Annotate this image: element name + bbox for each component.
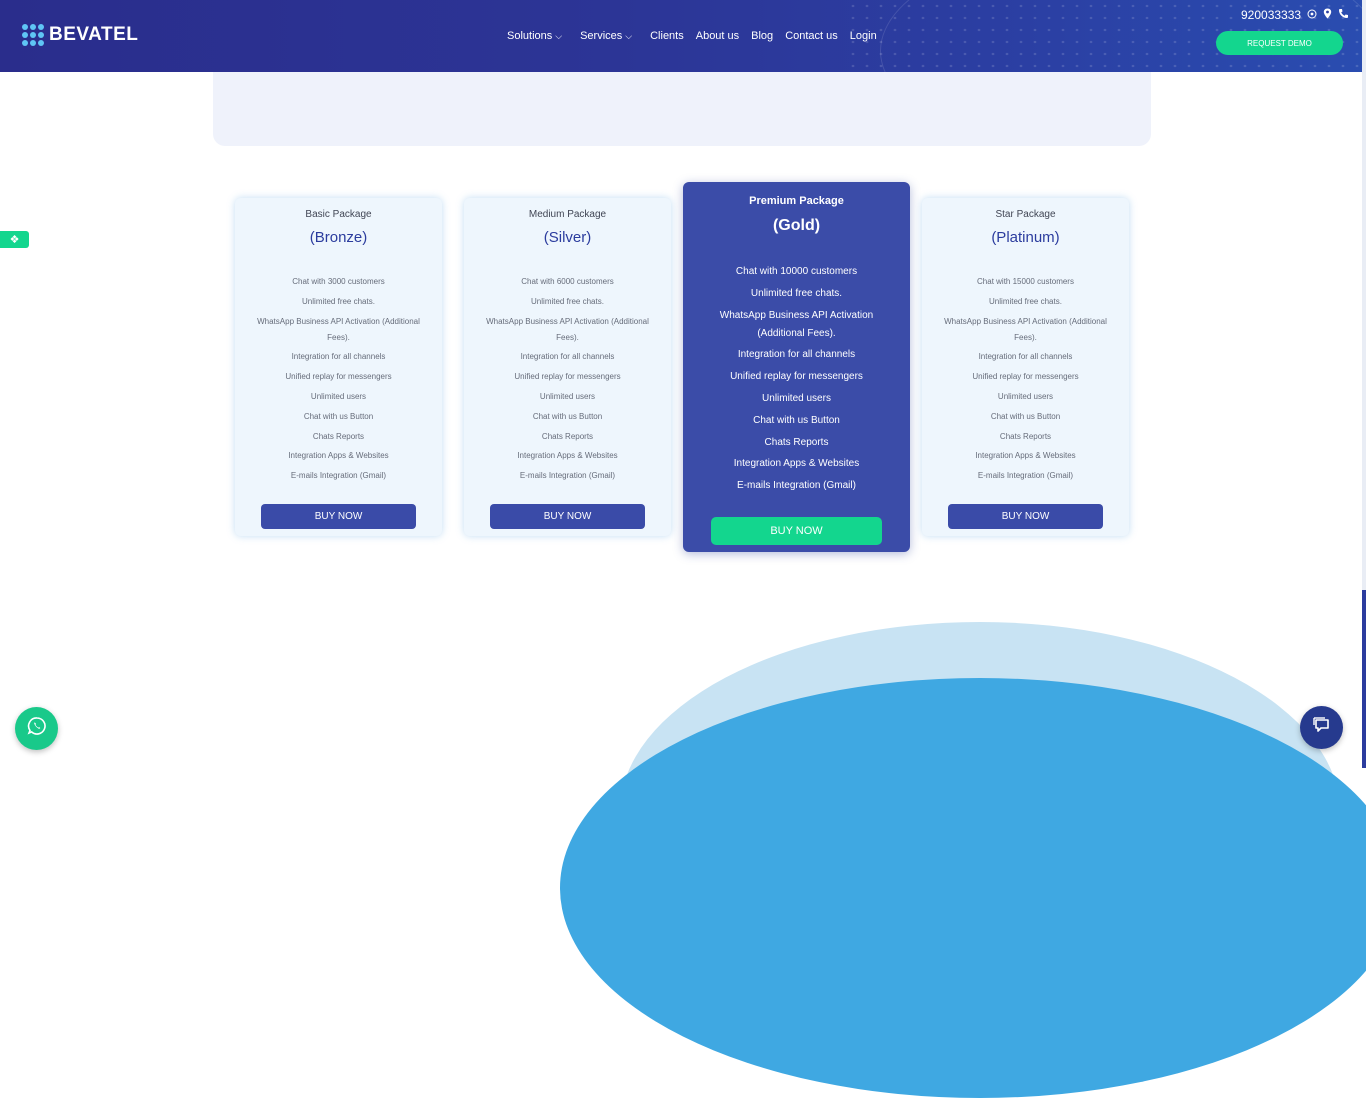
feature-list: Chat with 15000 customers Unlimited free…	[922, 274, 1129, 488]
feature-item: Integration Apps & Websites	[975, 451, 1076, 461]
nav-about-us[interactable]: About us	[696, 30, 739, 42]
buy-now-button[interactable]: BUY NOW	[490, 504, 645, 529]
phone-number[interactable]: 920033333	[1241, 8, 1301, 22]
feature-item: Integration for all channels	[520, 352, 615, 362]
package-name: Premium Package	[749, 195, 844, 207]
feature-item: Integration Apps & Websites	[517, 451, 618, 461]
feature-item: Unified replay for messengers	[285, 372, 392, 382]
feature-item: Chat with us Button	[990, 411, 1061, 421]
feature-item: E-mails Integration (Gmail)	[737, 480, 856, 492]
accessibility-tab[interactable]: ❖	[0, 231, 29, 248]
nav-label: Services	[580, 30, 623, 42]
buy-now-button[interactable]: BUY NOW	[711, 517, 882, 545]
whatsapp-icon	[27, 716, 47, 741]
feature-list: Chat with 3000 customers Unlimited free …	[235, 274, 442, 488]
feature-item: Unified replay for messengers	[730, 371, 863, 383]
package-tier: (Silver)	[543, 229, 592, 246]
feature-item: Unified replay for messengers	[972, 372, 1079, 382]
live-chat-button[interactable]	[1300, 706, 1343, 749]
site-header: BEVATEL Solutions ⌵ Services ⌵ Clients A…	[0, 0, 1366, 72]
package-tier: (Bronze)	[309, 229, 368, 246]
nav-solutions[interactable]: Solutions ⌵	[507, 30, 562, 42]
feature-item: WhatsApp Business API Activation (Additi…	[257, 316, 420, 342]
plan-card-basic: Basic Package (Bronze) Chat with 3000 cu…	[235, 198, 442, 536]
chevron-down-icon: ⌵	[625, 30, 633, 41]
buy-now-button[interactable]: BUY NOW	[261, 504, 416, 529]
feature-item: Integration for all channels	[291, 352, 386, 362]
feature-item: Integration Apps & Websites	[288, 451, 389, 461]
feature-item: Unified replay for messengers	[514, 372, 621, 382]
feature-item: E-mails Integration (Gmail)	[290, 471, 387, 481]
plan-card-premium: Premium Package (Gold) Chat with 10000 c…	[683, 182, 910, 552]
chat-bubble-icon	[1312, 715, 1332, 740]
feature-item: Unlimited users	[310, 391, 367, 401]
scrollbar-thumb[interactable]	[1362, 590, 1366, 768]
content-panel	[213, 72, 1151, 146]
nav-login[interactable]: Login	[850, 30, 877, 42]
feature-item: Chats Reports	[764, 436, 829, 448]
plan-card-medium: Medium Package (Silver) Chat with 6000 c…	[464, 198, 671, 536]
feature-list: Chat with 10000 customers Unlimited free…	[683, 263, 910, 499]
feature-item: WhatsApp Business API Activation (Additi…	[944, 316, 1107, 342]
feature-item: Chats Reports	[999, 431, 1052, 441]
nav-blog[interactable]: Blog	[751, 30, 773, 42]
feature-item: Integration Apps & Websites	[733, 458, 860, 470]
feature-item: Unlimited users	[762, 392, 831, 404]
feature-item: E-mails Integration (Gmail)	[977, 471, 1074, 481]
nav-clients[interactable]: Clients	[650, 30, 684, 42]
feature-item: Unlimited free chats.	[750, 287, 843, 299]
decor-wave-blue	[560, 678, 1366, 1098]
feature-item: Chat with 15000 customers	[977, 277, 1074, 286]
logo-dots-icon	[22, 24, 44, 46]
plan-card-star: Star Package (Platinum) Chat with 15000 …	[922, 198, 1129, 536]
feature-item: Chat with us Button	[303, 411, 374, 421]
feature-item: Chat with us Button	[532, 411, 603, 421]
request-demo-button[interactable]: REQUEST DEMO	[1216, 31, 1343, 55]
feature-item: Unlimited free chats.	[989, 296, 1062, 306]
whatsapp-icon[interactable]	[1307, 9, 1317, 22]
package-name: Star Package	[995, 209, 1056, 220]
feature-item: WhatsApp Business API Activation (Additi…	[486, 316, 649, 342]
nav-services[interactable]: Services ⌵	[580, 30, 632, 42]
package-tier: (Gold)	[772, 217, 821, 234]
top-contact-bar: 920033333	[1241, 8, 1349, 22]
feature-item: Unlimited users	[539, 391, 596, 401]
feature-item: E-mails Integration (Gmail)	[519, 471, 616, 481]
feature-item: Integration for all channels	[978, 352, 1073, 362]
nav-contact-us[interactable]: Contact us	[785, 30, 838, 42]
feature-item: Chat with 10000 customers	[735, 266, 858, 277]
accessibility-icon: ❖	[9, 234, 20, 246]
buy-now-button[interactable]: BUY NOW	[948, 504, 1103, 529]
feature-item: Chats Reports	[541, 431, 594, 441]
feature-item: Unlimited users	[997, 391, 1054, 401]
bevatel-logo[interactable]: BEVATEL	[22, 24, 138, 46]
feature-item: Chat with us Button	[753, 414, 840, 426]
package-tier: (Platinum)	[991, 229, 1060, 246]
nav-label: Solutions	[507, 30, 553, 42]
feature-item: Unlimited free chats.	[531, 296, 604, 306]
package-name: Basic Package	[305, 209, 372, 220]
main-nav: Solutions ⌵ Services ⌵ Clients About us …	[507, 30, 889, 42]
package-name: Medium Package	[528, 209, 607, 220]
feature-item: WhatsApp Business API Activation (Additi…	[719, 309, 874, 339]
feature-item: Chat with 6000 customers	[521, 277, 614, 286]
feature-item: Chat with 3000 customers	[292, 277, 385, 286]
whatsapp-button[interactable]	[15, 707, 58, 750]
feature-item: Unlimited free chats.	[302, 296, 375, 306]
location-pin-icon[interactable]	[1323, 8, 1332, 22]
feature-item: Integration for all channels	[737, 349, 856, 361]
feature-list: Chat with 6000 customers Unlimited free …	[464, 274, 671, 488]
chevron-down-icon: ⌵	[555, 30, 563, 41]
logo-text: BEVATEL	[49, 24, 139, 45]
phone-icon[interactable]	[1338, 8, 1349, 22]
feature-item: Chats Reports	[312, 431, 365, 441]
